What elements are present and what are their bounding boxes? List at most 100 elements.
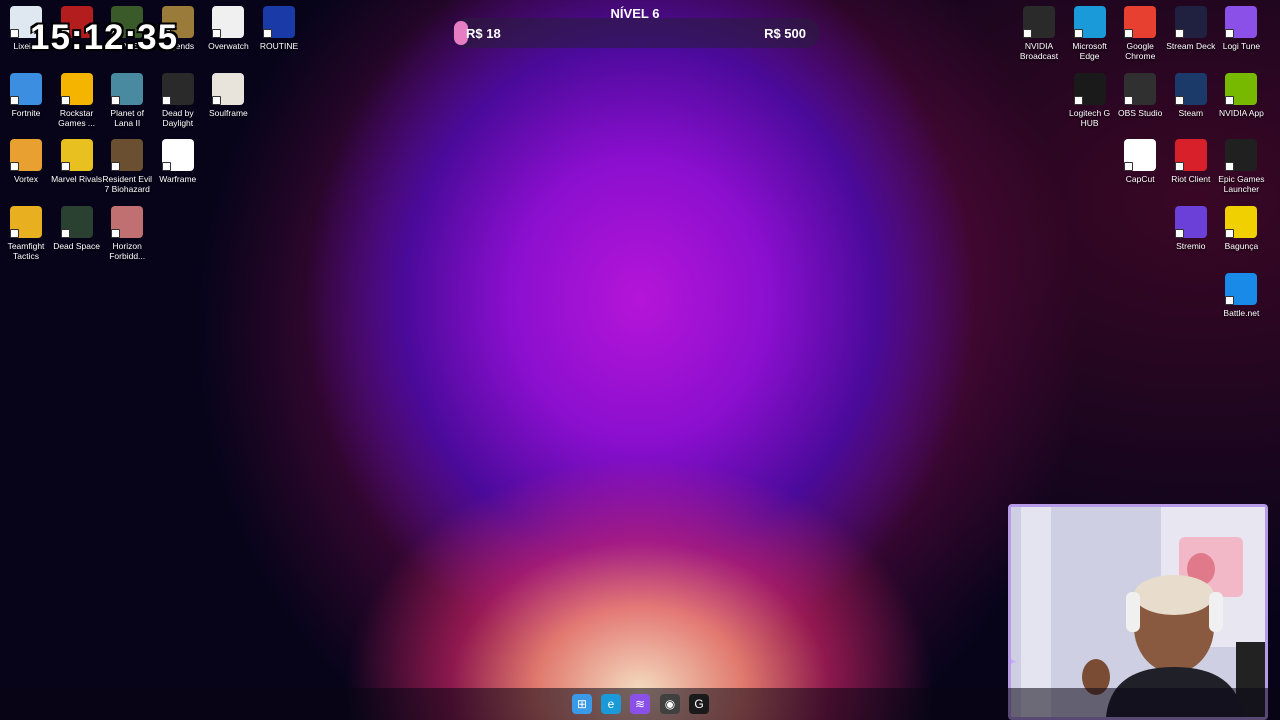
rockstar-icon	[60, 72, 93, 105]
taskbar-logi-tune-icon[interactable]: ≋	[630, 694, 650, 714]
desktop-shortcut-label: Stremio	[1176, 241, 1206, 252]
stremio-icon	[1174, 206, 1207, 239]
desktop-shortcut[interactable]: Steam	[1165, 72, 1217, 118]
desktop-shortcut-label: Dead Space	[53, 241, 100, 252]
desktop-shortcut[interactable]: Epic Games Launcher	[1215, 139, 1267, 194]
desktop-shortcut[interactable]: Rockstar Games ...	[51, 72, 103, 128]
desktop-shortcut[interactable]: Google Chrome	[1114, 6, 1166, 61]
desktop-shortcut-label: Microsoft Edge	[1072, 41, 1107, 61]
desktop-shortcut[interactable]: Overwatch	[202, 6, 254, 51]
desktop-shortcut-label: Vortex	[13, 174, 39, 185]
riot-client-icon	[1174, 139, 1207, 172]
desktop-shortcut[interactable]: Logitech G HUB	[1064, 72, 1116, 128]
desktop-shortcut[interactable]: Dead by Daylight	[152, 72, 204, 128]
desktop-shortcut[interactable]: Resident Evil 7 Biohazard	[101, 139, 153, 194]
desktop-shortcut-label: Epic Games Launcher	[1218, 174, 1265, 195]
desktop-shortcut[interactable]: Logi Tune	[1215, 6, 1267, 51]
desktop-shortcut[interactable]: Bagunça	[1215, 206, 1267, 251]
desktop-shortcut-label: Bagunça	[1224, 241, 1259, 252]
logitech-g-hub-icon	[1073, 72, 1106, 105]
desktop-shortcut-label: Horizon Forbidd...	[109, 241, 146, 262]
desktop-shortcut[interactable]: Stremio	[1165, 206, 1217, 251]
shield-warning-icon	[1225, 206, 1258, 239]
horizon-icon	[111, 206, 144, 239]
obs-icon	[1124, 72, 1157, 105]
desktop-shortcut-label: Soulframe	[209, 107, 248, 118]
donation-goal-bar: R$ 18 R$ 500	[452, 18, 820, 48]
planet-of-lana-icon	[111, 72, 144, 105]
taskbar-windows-start-icon[interactable]: ⊞	[572, 694, 592, 714]
chrome-icon	[1124, 6, 1157, 38]
battlenet-icon	[1225, 272, 1258, 305]
logi-tune-icon	[1225, 6, 1258, 38]
desktop-shortcut-label: Stream Deck	[1166, 41, 1216, 51]
epic-games-icon	[1225, 139, 1258, 172]
desktop-shortcut[interactable]: NVIDIA App	[1215, 72, 1267, 118]
dead-space-icon	[60, 206, 93, 239]
steam-icon	[1174, 72, 1207, 105]
fortnite-icon	[10, 72, 42, 105]
desktop-shortcut-label: Dead by Daylight	[161, 107, 194, 128]
stream-deck-icon	[1174, 6, 1207, 38]
goal-level-title: NÍVEL 6	[610, 6, 660, 21]
desktop-shortcut-label: Resident Evil 7 Biohazard	[102, 174, 152, 195]
desktop-shortcut[interactable]: Microsoft Edge	[1064, 6, 1116, 61]
desktop-shortcut[interactable]: Warframe	[152, 139, 204, 184]
nvidia-app-icon	[1225, 72, 1258, 105]
desktop-shortcut-label: Riot Client	[1171, 174, 1211, 185]
warframe-icon	[161, 139, 194, 172]
stream-clock-overlay: 15:12:35	[30, 18, 179, 57]
routine-icon	[263, 6, 295, 38]
desktop-shortcut-label: CapCut	[1125, 174, 1155, 185]
desktop-shortcut-label: Overwatch	[208, 41, 249, 51]
desktop-shortcut[interactable]: Planet of Lana II	[101, 72, 153, 128]
desktop-shortcut-label: OBS Studio	[1117, 107, 1163, 118]
marvel-rivals-icon	[60, 139, 93, 172]
desktop-shortcut[interactable]: Battle.net	[1215, 272, 1267, 318]
goal-target-amount: R$ 500	[764, 26, 806, 41]
desktop-shortcut-label: Google Chrome	[1125, 41, 1156, 61]
capcut-icon	[1124, 139, 1157, 172]
overwatch-icon	[212, 6, 245, 38]
desktop-shortcut[interactable]: Dead Space	[51, 206, 103, 251]
desktop-shortcut[interactable]: CapCut	[1114, 139, 1166, 184]
vortex-icon	[10, 139, 42, 172]
desktop-shortcut-label: Logi Tune	[1222, 41, 1261, 51]
soulframe-icon	[212, 72, 245, 105]
dead-by-daylight-icon	[161, 72, 194, 105]
teamfight-tactics-icon	[10, 206, 42, 239]
desktop-shortcut[interactable]: Horizon Forbidd...	[101, 206, 153, 261]
desktop-shortcut-label: Marvel Rivals	[51, 174, 103, 185]
desktop-shortcut[interactable]: Marvel Rivals	[51, 139, 103, 184]
desktop-shortcut[interactable]: NVIDIA Broadcast	[1013, 6, 1065, 61]
desktop-shortcut[interactable]: Teamfight Tactics	[0, 206, 52, 261]
desktop-shortcut-label: NVIDIA Broadcast	[1019, 41, 1059, 61]
desktop-shortcut-label: NVIDIA App	[1218, 107, 1264, 118]
desktop-shortcut-label: ROUTINE	[259, 41, 299, 51]
desktop-shortcut-label: Logitech G HUB	[1069, 107, 1111, 128]
desktop-shortcut-label: Steam	[1178, 107, 1204, 118]
desktop-shortcut-label: Rockstar Games ...	[58, 107, 96, 128]
desktop-shortcut-label: Teamfight Tactics	[7, 241, 45, 262]
desktop-shortcut[interactable]: Stream Deck	[1165, 6, 1217, 51]
taskbar-obs-icon[interactable]: ◉	[660, 694, 680, 714]
desktop-shortcut[interactable]: Fortnite	[0, 72, 52, 118]
goal-current-amount: R$ 18	[466, 26, 501, 41]
taskbar: ⊞ e ≋ ◉ G	[0, 688, 1280, 720]
taskbar-logitech-g-hub-icon[interactable]: G	[689, 694, 709, 714]
desktop-shortcut-label: Planet of Lana II	[110, 107, 144, 128]
desktop-shortcut[interactable]: Vortex	[0, 139, 52, 184]
webcam-feed-image	[1011, 507, 1265, 717]
desktop-shortcut[interactable]: Riot Client	[1165, 139, 1217, 184]
nvidia-broadcast-icon	[1023, 6, 1055, 38]
edge-icon	[1073, 6, 1106, 38]
desktop-shortcut-label: Fortnite	[11, 107, 41, 118]
desktop-shortcut[interactable]: OBS Studio	[1114, 72, 1166, 118]
desktop-shortcut-label: Battle.net	[1223, 307, 1260, 318]
resident-evil-icon	[111, 139, 144, 172]
desktop-shortcut-label: Warframe	[159, 174, 197, 185]
desktop-shortcut[interactable]: Soulframe	[202, 72, 254, 118]
taskbar-edge-icon[interactable]: e	[601, 694, 621, 714]
desktop-shortcut[interactable]: ROUTINE	[253, 6, 305, 51]
sparkle-icon: ✦	[1011, 647, 1019, 678]
